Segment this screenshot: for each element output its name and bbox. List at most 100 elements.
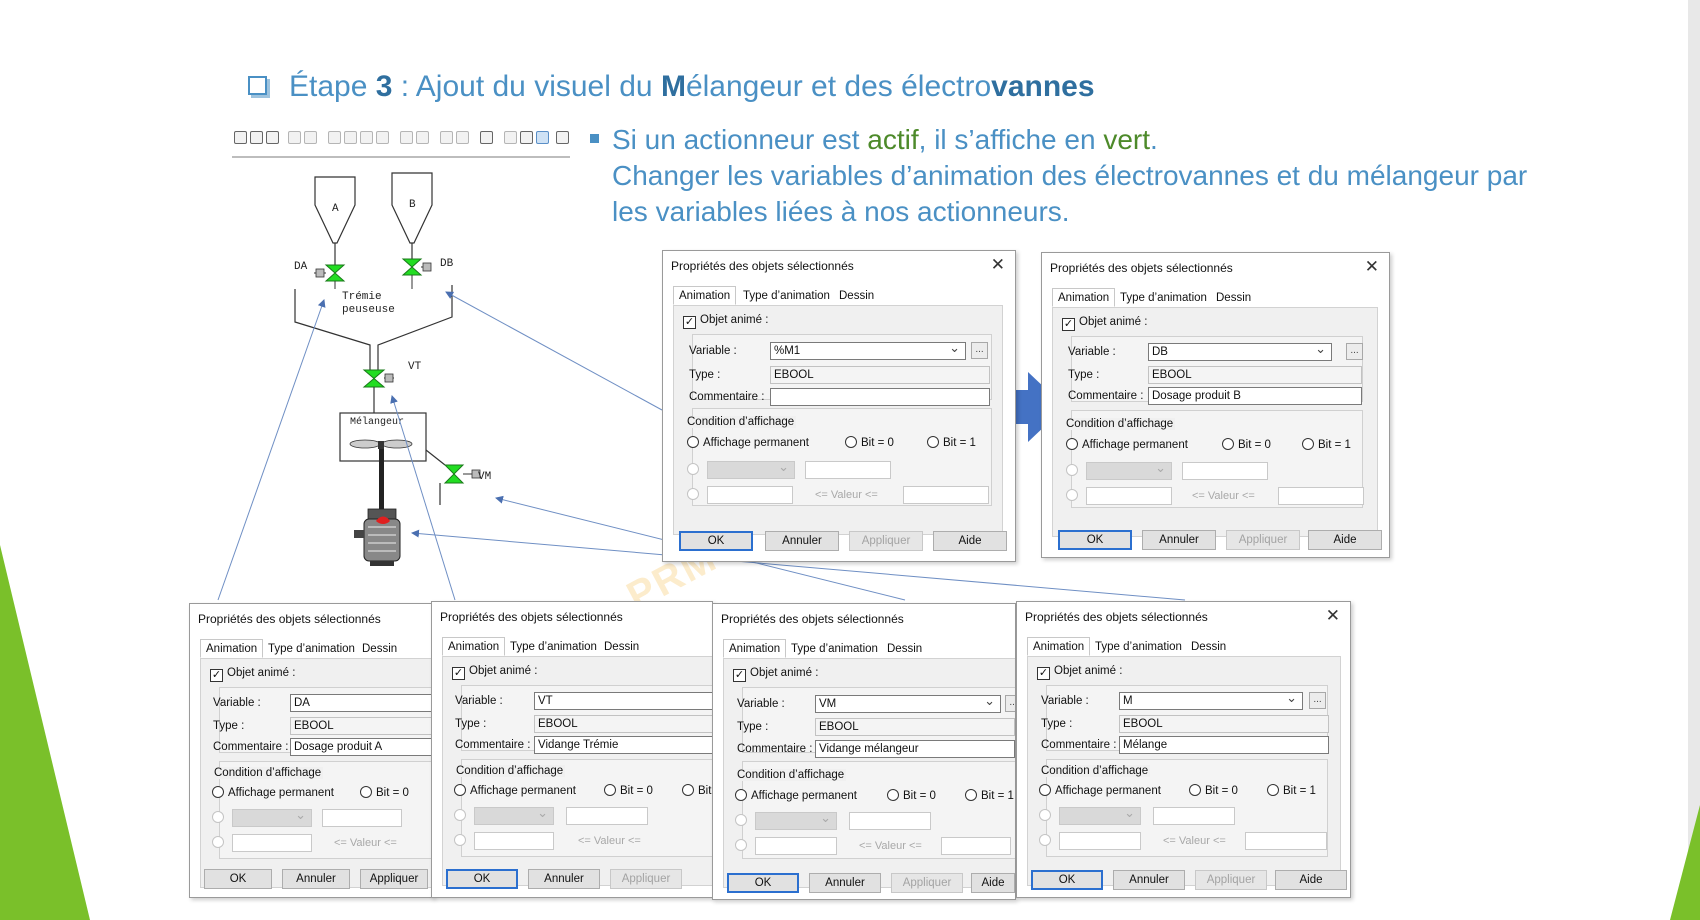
tab-animation[interactable]: Animation <box>200 639 264 658</box>
tab-drawing[interactable]: Dessin <box>1210 288 1257 307</box>
radio-bit0[interactable]: Bit = 0 <box>360 786 409 800</box>
radio-bit1[interactable]: Bit = 1 <box>682 784 712 798</box>
cancel-button[interactable]: Annuler <box>1142 530 1216 550</box>
radio-icon <box>212 811 224 823</box>
dialog-vt: Propriétés des objets sélectionnés Anima… <box>431 601 713 898</box>
ok-button[interactable]: OK <box>1058 530 1132 550</box>
disabled-field <box>707 486 793 504</box>
close-icon[interactable]: ✕ <box>1326 606 1340 626</box>
variable-select[interactable]: VT <box>534 692 712 710</box>
radio-permanent[interactable]: Affichage permanent <box>1039 784 1161 798</box>
browse-button[interactable]: ... <box>1005 695 1015 712</box>
animated-object-checkbox[interactable]: ✓ Objet animé : <box>733 666 818 682</box>
radio-bit0[interactable]: Bit = 0 <box>1222 438 1271 452</box>
variable-select[interactable]: M <box>1119 692 1303 710</box>
variable-select[interactable]: %M1 <box>770 342 966 360</box>
ok-button[interactable]: OK <box>679 531 753 551</box>
radio-disabled <box>735 839 751 853</box>
ok-button[interactable]: OK <box>1031 870 1103 890</box>
tab-animation[interactable]: Animation <box>1027 637 1091 656</box>
animated-object-checkbox[interactable]: ✓ Objet animé : <box>210 666 295 682</box>
tab-animation-type[interactable]: Type d’animation <box>785 639 884 658</box>
radio-bit1[interactable]: Bit = 1 <box>965 789 1014 803</box>
tab-animation-type[interactable]: Type d’animation <box>1089 637 1188 656</box>
apply-button[interactable]: Appliquer <box>891 873 963 893</box>
help-button[interactable]: Aide <box>933 531 1007 551</box>
animated-object-checkbox[interactable]: ✓ Objet animé : <box>683 313 768 329</box>
tab-animation[interactable]: Animation <box>442 637 506 656</box>
variable-select[interactable]: DB <box>1148 343 1332 361</box>
tab-animation-type[interactable]: Type d’animation <box>1114 288 1213 307</box>
tab-drawing[interactable]: Dessin <box>833 286 880 305</box>
disabled-combo <box>1086 460 1172 480</box>
tab-drawing[interactable]: Dessin <box>881 639 928 658</box>
radio-bit0[interactable]: Bit = 0 <box>1189 784 1238 798</box>
comment-input[interactable]: Dosage produit A <box>290 738 433 756</box>
animated-object-checkbox[interactable]: ✓ Objet animé : <box>452 664 537 680</box>
disabled-combo <box>707 459 795 479</box>
radio-disabled <box>1039 834 1055 848</box>
radio-bit1[interactable]: Bit = 1 <box>1302 438 1351 452</box>
tab-animation-type[interactable]: Type d’animation <box>504 637 603 656</box>
apply-button[interactable]: Appliquer <box>849 531 923 551</box>
browse-button[interactable]: ... <box>971 342 988 359</box>
tab-animation[interactable]: Animation <box>1052 288 1116 307</box>
disabled-field <box>941 837 1011 855</box>
radio-bit0[interactable]: Bit = 0 <box>604 784 653 798</box>
tab-animation-type[interactable]: Type d’animation <box>737 286 836 305</box>
radio-permanent[interactable]: Affichage permanent <box>212 786 334 800</box>
cancel-button[interactable]: Annuler <box>809 873 881 893</box>
radio-bit0[interactable]: Bit = 0 <box>887 789 936 803</box>
radio-permanent[interactable]: Affichage permanent <box>687 436 809 450</box>
browse-button[interactable]: ... <box>1309 692 1326 709</box>
cancel-button[interactable]: Annuler <box>765 531 839 551</box>
ok-button[interactable]: OK <box>727 873 799 893</box>
radio-icon <box>454 784 466 796</box>
apply-button[interactable]: Appliquer <box>360 869 428 889</box>
radio-permanent[interactable]: Affichage permanent <box>735 789 857 803</box>
radio-bit1[interactable]: Bit = 1 <box>927 436 976 450</box>
cancel-button[interactable]: Annuler <box>282 869 350 889</box>
help-button[interactable]: Aide <box>971 873 1015 893</box>
radio-bit0[interactable]: Bit = 0 <box>845 436 894 450</box>
radio-bit1[interactable]: Bit = 1 <box>1267 784 1316 798</box>
cancel-button[interactable]: Annuler <box>528 869 600 889</box>
cancel-button[interactable]: Annuler <box>1113 870 1185 890</box>
tab-animation[interactable]: Animation <box>673 286 737 305</box>
ok-button[interactable]: OK <box>446 869 518 889</box>
comment-input[interactable]: Vidange mélangeur <box>815 740 1015 758</box>
apply-button[interactable]: Appliquer <box>610 869 682 889</box>
tab-drawing[interactable]: Dessin <box>598 637 645 656</box>
dialog-m: Propriétés des objets sélectionnés ✕ Ani… <box>1016 601 1351 898</box>
valeur-range-label: <= Valeur <= <box>815 489 878 501</box>
close-icon[interactable]: ✕ <box>1365 257 1379 277</box>
variable-label: Variable : <box>689 345 737 357</box>
tab-drawing[interactable]: Dessin <box>1185 637 1232 656</box>
comment-input[interactable]: Mélange <box>1119 736 1329 754</box>
browse-button[interactable]: ... <box>1346 343 1363 360</box>
tab-animation-type[interactable]: Type d’animation <box>262 639 361 658</box>
help-button[interactable]: Aide <box>1275 870 1347 890</box>
radio-permanent[interactable]: Affichage permanent <box>454 784 576 798</box>
help-button[interactable]: Aide <box>1308 530 1382 550</box>
variable-select[interactable]: VM <box>815 695 1001 713</box>
radio-icon <box>1066 438 1078 450</box>
radio-bit0-label: Bit = 0 <box>903 790 936 802</box>
comment-input[interactable] <box>770 388 990 406</box>
condition-label: Condition d’affichage <box>685 416 797 428</box>
comment-input[interactable]: Dosage produit B <box>1148 387 1362 405</box>
apply-button[interactable]: Appliquer <box>1226 530 1300 550</box>
radio-permanent[interactable]: Affichage permanent <box>1066 438 1188 452</box>
close-icon[interactable]: ✕ <box>991 255 1005 275</box>
apply-button[interactable]: Appliquer <box>1195 870 1267 890</box>
comment-input[interactable]: Vidange Trémie <box>534 736 712 754</box>
tab-animation[interactable]: Animation <box>723 639 787 658</box>
variable-select[interactable]: DA <box>290 694 433 712</box>
animated-object-checkbox[interactable]: ✓ Objet animé : <box>1062 315 1147 331</box>
animated-object-checkbox[interactable]: ✓ Objet animé : <box>1037 664 1122 680</box>
tab-drawing[interactable]: Dessin <box>356 639 403 658</box>
condition-label: Condition d’affichage <box>1064 418 1176 430</box>
ok-button[interactable]: OK <box>204 869 272 889</box>
comment-label: Commentaire : <box>455 739 531 751</box>
disabled-field <box>903 486 989 504</box>
